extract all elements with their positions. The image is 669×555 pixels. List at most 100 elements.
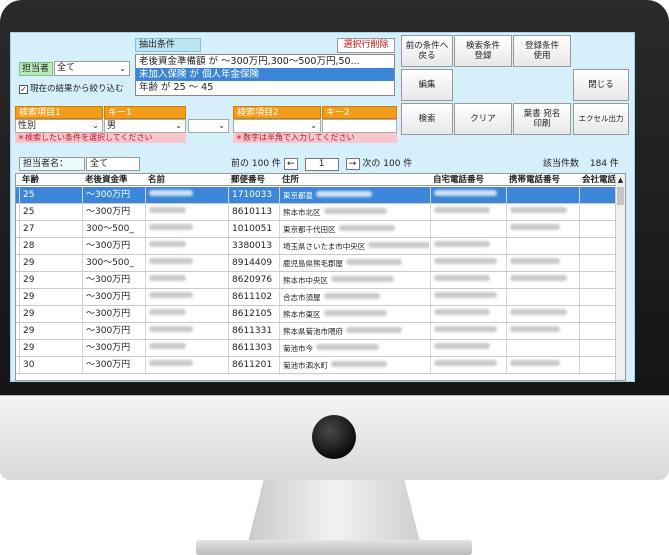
extra-select[interactable]: ⌄ bbox=[188, 119, 229, 133]
table-row[interactable]: 29 300～500_ 8914409 鹿児島県熊毛郡屋 bbox=[16, 255, 616, 272]
fund-cell: ～300万円 bbox=[82, 204, 144, 220]
table-row[interactable]: 29 ～300万円 8611102 合志市須屋 bbox=[16, 289, 616, 306]
address-cell-text: 菊池市今 bbox=[283, 344, 313, 353]
column-header[interactable]: 携帯電話番号 bbox=[506, 174, 578, 185]
narrow-checkbox[interactable]: ✓ bbox=[19, 85, 28, 94]
office-phone-cell bbox=[579, 204, 616, 220]
narrow-checkbox-row[interactable]: ✓ 現在の結果から絞り込む bbox=[19, 83, 124, 95]
zip-cell-text: 8611102 bbox=[232, 292, 273, 302]
search-button[interactable]: 検索 bbox=[401, 103, 453, 135]
name-cell bbox=[145, 289, 227, 305]
excel-export-button[interactable]: エクセル出力 bbox=[573, 103, 629, 135]
tanto-select-value: 全て bbox=[57, 63, 76, 73]
home-phone-cell bbox=[430, 323, 505, 339]
condition-item[interactable]: 老後資金準備額 が ～300万円,300～500万円,50... bbox=[136, 55, 394, 68]
column-header[interactable]: 年齢 bbox=[19, 174, 81, 185]
age-cell: 29 bbox=[19, 272, 81, 288]
tanto-name-value: 全て bbox=[86, 157, 140, 171]
close-button[interactable]: 閉じる bbox=[573, 69, 629, 101]
scrollbar-thumb[interactable] bbox=[617, 187, 624, 205]
condition-item[interactable]: 未加入保険 が 個人年金保険 bbox=[136, 68, 394, 81]
prev-condition-button[interactable]: 前の条件へ 戻る bbox=[401, 35, 453, 67]
table-header: 年齢 老後資金準 名前 郵便番号 住所 自宅電話番号 携帯電話番号 会社電話 bbox=[16, 174, 616, 186]
search-key1-value: 男 bbox=[107, 121, 117, 131]
table-row[interactable]: 28 ～300万円 3380013 埼玉県さいたま市中央区 bbox=[16, 238, 616, 255]
column-header[interactable]: 名前 bbox=[145, 174, 227, 185]
address-cell-text: 埼玉県さいたま市中央区 bbox=[283, 242, 366, 251]
age-cell: 29 bbox=[19, 289, 81, 305]
zip-cell: 1010051 bbox=[228, 221, 278, 237]
redacted-text bbox=[434, 275, 490, 281]
redacted-text bbox=[434, 343, 490, 349]
age-cell-text: 29 bbox=[23, 292, 35, 302]
next-page-arrow-icon[interactable]: → bbox=[345, 158, 360, 170]
column-header[interactable]: 住所 bbox=[279, 174, 429, 185]
home-phone-cell bbox=[430, 221, 505, 237]
table-row[interactable]: 29 ～300万円 8611331 熊本県菊池市隈府 bbox=[16, 323, 616, 340]
age-cell-text: 30 bbox=[23, 360, 35, 370]
vertical-scrollbar[interactable]: ▲ bbox=[615, 174, 625, 380]
narrow-checkbox-label: 現在の結果から絞り込む bbox=[30, 84, 124, 94]
zip-cell-text: 8611201 bbox=[232, 360, 273, 370]
table-row[interactable]: 25 ～300万円 1710033 東京都豊 bbox=[16, 187, 616, 204]
search-key2-input[interactable] bbox=[322, 119, 397, 133]
table-row[interactable]: 29 ～300万円 8611303 菊池市今 bbox=[16, 340, 616, 357]
table-row[interactable]: 30 ～300万円 8611201 菊池市泗水町 bbox=[16, 357, 616, 374]
table-row[interactable]: 29 ～300万円 8620976 熊本市中央区 bbox=[16, 272, 616, 289]
page-number-input[interactable]: 1 bbox=[304, 158, 339, 171]
search-item2-header: 検索項目2 bbox=[233, 106, 321, 119]
redacted-text bbox=[331, 361, 387, 367]
clear-button[interactable]: クリア bbox=[454, 103, 512, 135]
office-phone-cell bbox=[579, 357, 616, 373]
office-phone-cell bbox=[579, 255, 616, 271]
zip-cell-text: 8620976 bbox=[232, 275, 273, 285]
use-condition-button[interactable]: 登録条件 使用 bbox=[513, 35, 571, 67]
office-phone-cell bbox=[579, 238, 616, 254]
home-phone-cell bbox=[430, 340, 505, 356]
delete-row-button[interactable]: 選択行削除 bbox=[337, 38, 395, 53]
office-phone-cell bbox=[579, 272, 616, 288]
redacted-text bbox=[323, 310, 387, 316]
fund-cell-text: ～300万円 bbox=[86, 309, 131, 319]
save-condition-button[interactable]: 検索条件 登録 bbox=[454, 35, 512, 67]
redacted-text bbox=[149, 326, 193, 332]
tanto-select[interactable]: 全て ⌄ bbox=[54, 61, 130, 76]
home-phone-cell bbox=[430, 238, 505, 254]
zip-cell: 8611201 bbox=[228, 357, 278, 373]
condition-label: 抽出条件 bbox=[135, 38, 201, 52]
search-key1-select[interactable]: 男 ⌄ bbox=[104, 119, 186, 133]
zip-cell: 8914409 bbox=[228, 255, 278, 271]
column-header[interactable]: 老後資金準 bbox=[82, 174, 144, 185]
edit-button[interactable]: 編集 bbox=[401, 69, 453, 101]
mobile-phone-cell bbox=[506, 272, 578, 288]
age-cell: 29 bbox=[19, 306, 81, 322]
fund-cell-text: ～300万円 bbox=[86, 360, 131, 370]
result-count-label: 該当件数 bbox=[543, 159, 580, 169]
age-cell-text: 28 bbox=[23, 241, 35, 251]
table-row[interactable]: 29 ～300万円 8612105 熊本市東区 bbox=[16, 306, 616, 323]
redacted-text bbox=[368, 242, 429, 248]
office-phone-cell bbox=[579, 289, 616, 305]
fund-cell-text: ～300万円 bbox=[86, 207, 131, 217]
name-cell bbox=[145, 357, 227, 373]
results-table: 年齢 老後資金準 名前 郵便番号 住所 自宅電話番号 携帯電話番号 会社電話 2… bbox=[15, 173, 626, 381]
print-address-button[interactable]: 葉書 宛名 印刷 bbox=[513, 103, 571, 135]
column-header[interactable]: 郵便番号 bbox=[228, 174, 278, 185]
table-row[interactable]: 27 300～500_ 1010051 東京都千代田区 bbox=[16, 221, 616, 238]
scroll-up-icon[interactable]: ▲ bbox=[616, 174, 625, 186]
home-phone-cell bbox=[430, 187, 505, 203]
prev-page-arrow-icon[interactable]: ← bbox=[283, 158, 298, 170]
address-cell-text: 東京都豊 bbox=[283, 191, 313, 200]
condition-list[interactable]: 老後資金準備額 が ～300万円,300～500万円,50... 未加入保険 が… bbox=[135, 54, 395, 96]
fund-cell-text: ～300万円 bbox=[86, 292, 131, 302]
condition-item[interactable]: 年齢 が 25 ～ 45 bbox=[136, 81, 394, 94]
prev-100-label: 前の 100 件 bbox=[231, 159, 281, 169]
table-row[interactable]: 25 ～300万円 8610113 熊本市北区 bbox=[16, 204, 616, 221]
office-phone-cell bbox=[579, 187, 616, 203]
mobile-phone-cell bbox=[506, 221, 578, 237]
column-header[interactable]: 会社電話 bbox=[579, 174, 616, 185]
zip-cell: 8611102 bbox=[228, 289, 278, 305]
search-item1-select[interactable]: 性別 ⌄ bbox=[15, 119, 103, 133]
column-header[interactable]: 自宅電話番号 bbox=[430, 174, 505, 185]
search-item2-select[interactable]: ⌄ bbox=[233, 119, 321, 133]
